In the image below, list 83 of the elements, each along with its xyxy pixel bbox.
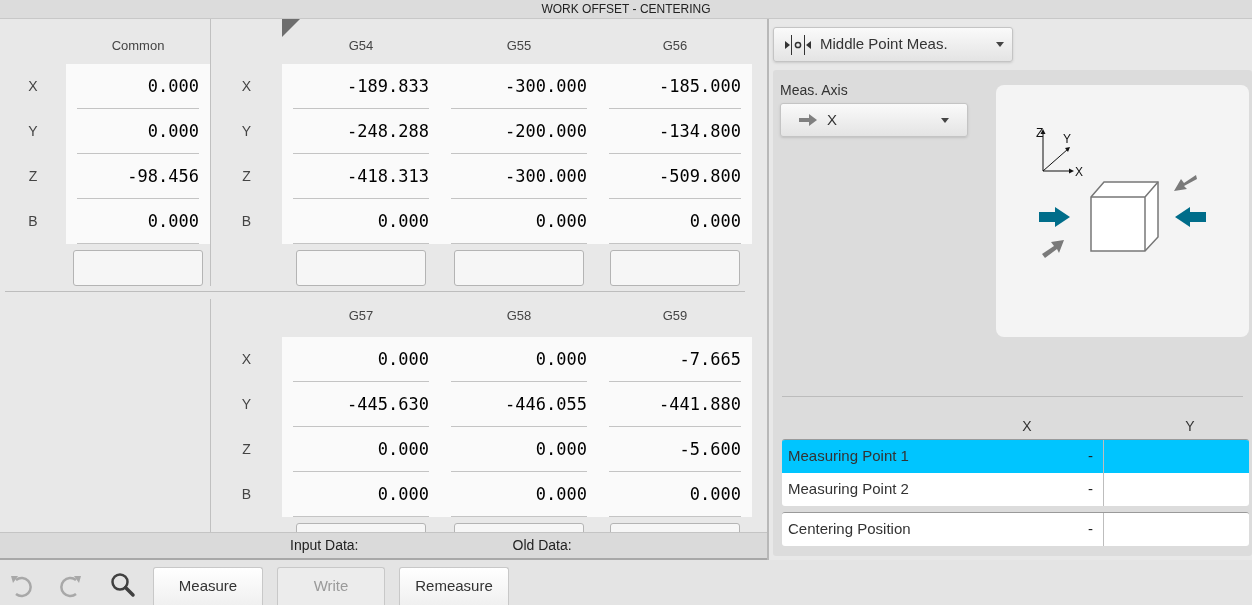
axis-label: Z	[1035, 126, 1043, 140]
arrow-icon	[1174, 207, 1206, 227]
offset-value: 0.000	[147, 120, 199, 144]
axis-label: Y	[241, 394, 252, 414]
window-title: WORK OFFSET - CENTERING	[541, 1, 711, 18]
column-header: G57	[348, 307, 374, 326]
axis-label: Y	[28, 122, 38, 141]
axis-label: B	[28, 212, 38, 231]
x-value: -	[1088, 519, 1093, 540]
axis-label: B	[241, 484, 252, 504]
arrow-icon	[1041, 240, 1064, 258]
input-field[interactable]	[454, 250, 584, 286]
column-header: Y	[1185, 417, 1195, 436]
axis-label: X	[1074, 165, 1083, 179]
offset-value: 0.000	[689, 482, 741, 506]
offset-value: -445.630	[347, 392, 429, 416]
old-data-label: Old Data:	[512, 536, 572, 555]
arrow-icon	[1173, 175, 1197, 191]
offset-value: 0.000	[147, 210, 199, 234]
column-header: G58	[506, 307, 532, 326]
offset-value: 0.000	[377, 210, 429, 234]
offset-value: -446.055	[505, 392, 587, 416]
offset-value: -200.000	[505, 120, 587, 144]
caret-icon	[996, 42, 1004, 47]
arrow-icon	[1038, 207, 1070, 227]
search-icon[interactable]	[110, 572, 136, 598]
offset-value: -418.313	[347, 165, 429, 189]
result-row[interactable]: Measuring Point 1 -	[782, 440, 1249, 473]
corner-marker-icon	[282, 19, 300, 37]
column-header: Common	[111, 37, 165, 56]
input-field[interactable]	[73, 250, 203, 286]
axis-label: Z	[242, 167, 251, 186]
column-header: G55	[506, 37, 532, 56]
result-row[interactable]: Centering Position -	[782, 513, 1249, 546]
axis-label: Z	[242, 439, 251, 459]
offset-value: -7.665	[679, 347, 741, 371]
input-data-label: Input Data:	[290, 536, 359, 555]
column-header: X	[1022, 417, 1032, 436]
axis-label: Y	[241, 122, 252, 141]
arrow-icon	[799, 114, 817, 126]
x-value: -	[1088, 479, 1093, 500]
offset-value: 0.000	[377, 347, 429, 371]
offset-value: 0.000	[377, 437, 429, 461]
row-label: Centering Position	[787, 519, 912, 540]
offset-value: -248.288	[347, 120, 429, 144]
offset-value: 0.000	[535, 482, 587, 506]
offset-value: -300.000	[505, 165, 587, 189]
column-header: G59	[662, 307, 688, 326]
offset-value: -189.833	[347, 75, 429, 99]
toolbar-button[interactable]: Remeasure	[399, 567, 509, 605]
cube-drawing	[1089, 181, 1159, 252]
toolbar-button[interactable]: Measure	[153, 567, 263, 605]
offset-value: -509.800	[659, 165, 741, 189]
axis-label: Z	[28, 167, 38, 186]
axis-label: X	[28, 77, 38, 96]
offset-value: 0.000	[535, 210, 587, 234]
axis-label: X	[241, 77, 252, 96]
offset-value: -98.456	[127, 165, 199, 189]
caret-icon	[941, 117, 949, 123]
axis-label: B	[241, 212, 252, 231]
row-label: Measuring Point 1	[787, 446, 910, 467]
offset-value: 0.000	[377, 482, 429, 506]
offset-value: 0.000	[147, 75, 199, 99]
row-label: Measuring Point 2	[787, 479, 910, 500]
offset-value: -134.800	[659, 120, 741, 144]
result-row[interactable]: Measuring Point 2 -	[782, 473, 1249, 506]
meas-axis-dropdown[interactable]: X	[780, 103, 968, 137]
meas-axis-label: Meas. Axis	[780, 81, 849, 100]
offset-value: 0.000	[535, 347, 587, 371]
axis-label: X	[241, 349, 252, 369]
x-value: -	[1088, 446, 1093, 467]
offset-value: 0.000	[535, 437, 587, 461]
offset-value: -185.000	[659, 75, 741, 99]
offset-value: -441.880	[659, 392, 741, 416]
column-header: G56	[662, 37, 688, 56]
offset-value: 0.000	[689, 210, 741, 234]
input-field[interactable]	[610, 250, 740, 286]
column-header: G54	[348, 37, 374, 56]
method-dropdown[interactable]: Middle Point Meas.	[773, 27, 1013, 62]
input-field[interactable]	[296, 250, 426, 286]
axis-label: Y	[1062, 132, 1071, 146]
offset-value: -300.000	[505, 75, 587, 99]
offset-value: -5.600	[679, 437, 741, 461]
